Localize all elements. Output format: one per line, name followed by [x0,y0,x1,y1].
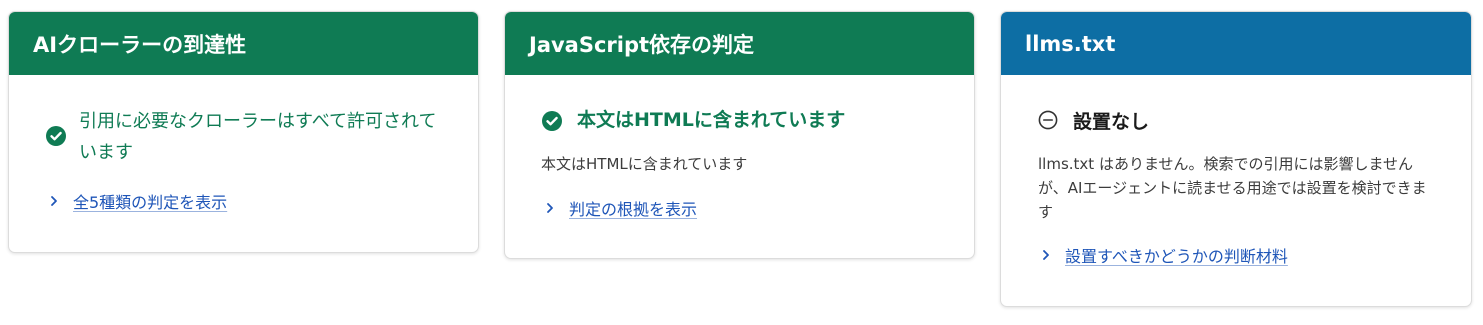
description: llms.txt はありません。検索での引用には影響しません が、AIエージェン… [1038,152,1448,224]
link-label[interactable]: 判定の根拠を表示 [569,196,697,220]
check-circle-icon [46,126,66,146]
status-text: 本文はHTMLに含まれています [577,109,846,131]
minus-circle-icon [1038,110,1058,130]
javascript-dependency-card: JavaScript依存の判定 本文はHTMLに含まれています 本文はHTMLに… [504,11,975,259]
check-circle-icon [542,111,562,131]
description: 本文はHTMLに含まれています [541,155,748,173]
description-line: す [1038,203,1054,221]
status-text: 引用に必要なクローラーはすべて許可されて います [79,106,449,168]
description-line: llms.txt はありません。検索での引用には影響しません [1038,155,1414,173]
status-text: 設置なし [1073,111,1150,133]
chevron-right-icon [51,196,57,206]
show-evidence-link[interactable]: 判定の根拠を表示 [545,196,697,220]
ai-crawler-reachability-card: AIクローラーの到達性 引用に必要なクローラーはすべて許可されて います 全5種… [8,11,479,253]
card-title: llms.txt [1025,31,1116,56]
card-header: JavaScript依存の判定 [505,12,974,75]
card-title: AIクローラーの到達性 [33,32,247,57]
chevron-right-icon [547,203,553,213]
link-label[interactable]: 設置すべきかどうかの判断材料 [1065,243,1288,267]
link-label[interactable]: 全5種類の判定を表示 [73,189,227,213]
card-header: llms.txt [1001,12,1471,75]
card-title: JavaScript依存の判定 [529,32,755,57]
status-line: います [79,142,133,163]
decision-material-link[interactable]: 設置すべきかどうかの判断材料 [1041,243,1288,267]
chevron-right-icon [1043,250,1049,260]
show-all-results-link[interactable]: 全5種類の判定を表示 [49,189,227,213]
status-line: 引用に必要なクローラーはすべて許可されて [79,111,437,132]
description-line: が、AIエージェントに読ませる用途では設置を検討できま [1038,179,1427,197]
llms-txt-card: llms.txt 設置なし llms.txt はありません。検索での引用には影響… [1000,11,1472,307]
card-header: AIクローラーの到達性 [9,12,478,75]
